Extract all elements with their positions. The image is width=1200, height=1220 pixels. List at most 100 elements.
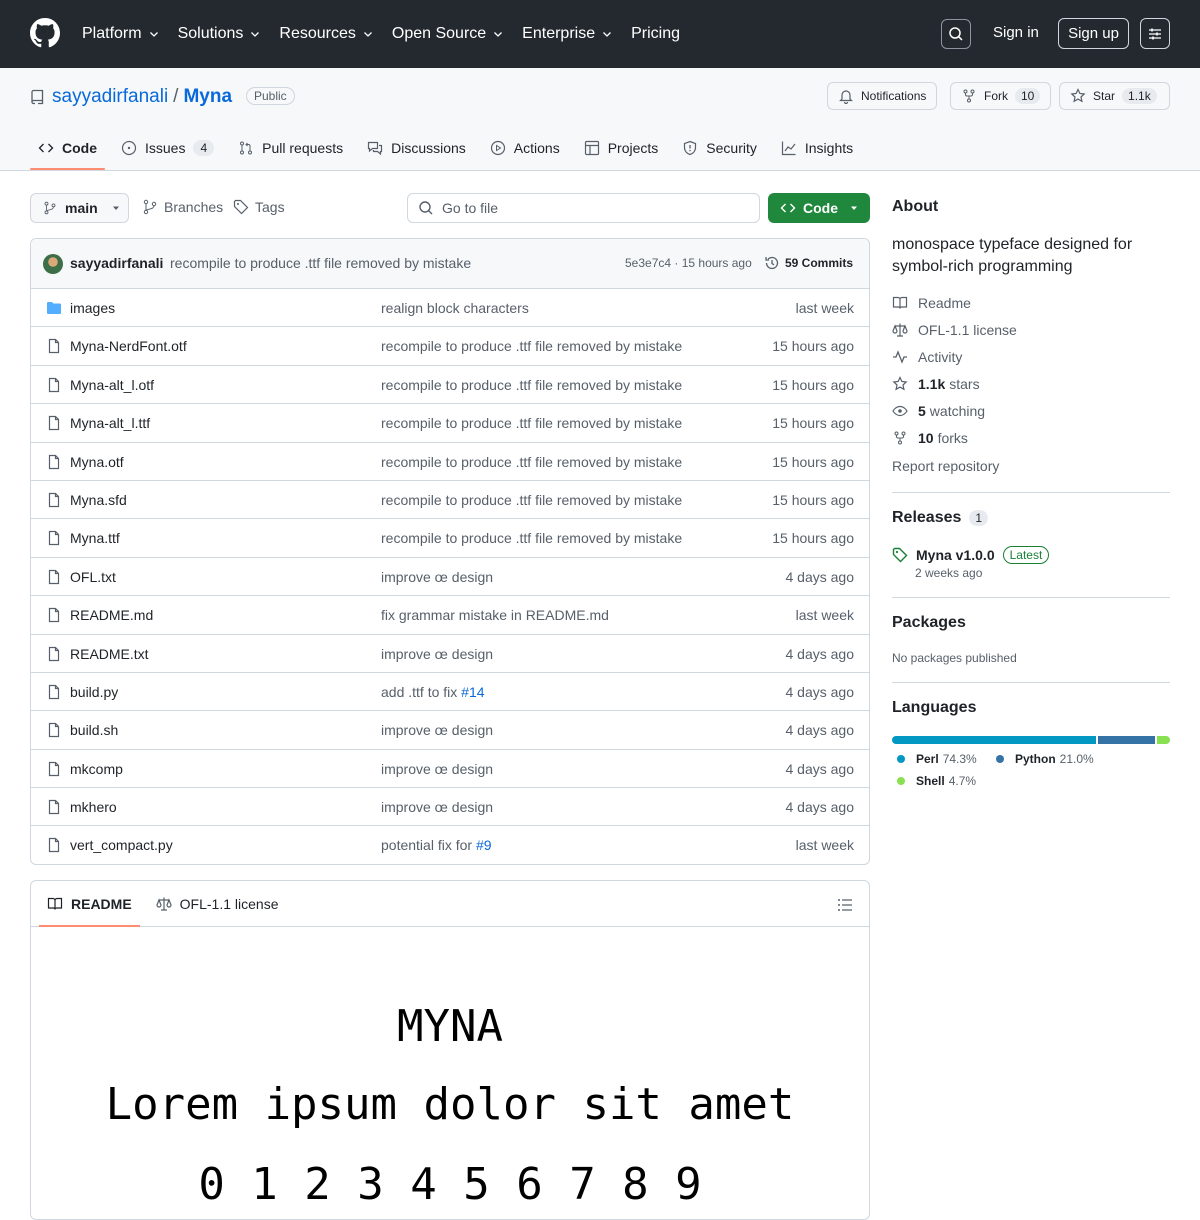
file-row[interactable]: images realign block characters last week [31,289,869,328]
file-row[interactable]: Myna-alt_l.otf recompile to produce .ttf … [31,366,869,405]
watching-link[interactable]: 5 watching [892,403,985,419]
file-commit-message[interactable]: potential fix for #9 [381,837,492,853]
tab-insights[interactable]: Insights [773,126,861,170]
notifications-button[interactable]: Notifications [827,82,938,110]
language-perl[interactable]: Perl 74.3% [897,752,977,766]
branch-select[interactable]: main [30,193,129,223]
file-name-link[interactable]: README.md [70,607,153,623]
caret-down-icon [850,204,858,212]
file-row[interactable]: Myna-alt_l.ttf recompile to produce .ttf … [31,404,869,443]
file-commit-message[interactable]: fix grammar mistake in README.md [381,607,609,623]
go-to-file-input[interactable]: Go to file [407,193,760,223]
file-row[interactable]: Myna.sfd recompile to produce .ttf file r… [31,481,869,520]
fork-button[interactable]: Fork 10 [950,82,1052,110]
tab-discussions[interactable]: Discussions [359,126,474,170]
file-row[interactable]: OFL.txt improve œ design 4 days ago [31,558,869,597]
file-name-link[interactable]: OFL.txt [70,569,116,585]
file-row[interactable]: Myna.ttf recompile to produce .ttf file r… [31,519,869,558]
language-python[interactable]: Python 21.0% [996,752,1094,766]
tab-pull-requests[interactable]: Pull requests [230,126,351,170]
file-row[interactable]: mkcomp improve œ design 4 days ago [31,750,869,789]
file-name-link[interactable]: mkcomp [70,761,123,777]
language-dot [897,777,905,785]
issue-ref-link[interactable]: #9 [476,837,492,853]
branches-link[interactable]: Branches [142,199,223,215]
tab-license[interactable]: OFL-1.1 license [148,881,287,927]
sign-in-link[interactable]: Sign in [993,24,1039,41]
nav-label: Platform [82,25,142,42]
file-commit-message[interactable]: recompile to produce .ttf file removed b… [381,338,682,354]
tab-issues[interactable]: Issues 4 [113,126,222,170]
issue-ref-link[interactable]: #14 [461,684,484,700]
file-commit-message[interactable]: improve œ design [381,646,493,662]
readme-link[interactable]: Readme [892,295,971,311]
file-commit-message[interactable]: improve œ design [381,569,493,585]
file-commit-message[interactable]: recompile to produce .ttf file removed b… [381,415,682,431]
code-dropdown-button[interactable]: Code [768,193,870,223]
search-button[interactable] [941,19,971,49]
file-row[interactable]: README.txt improve œ design 4 days ago [31,635,869,673]
license-link[interactable]: OFL-1.1 license [892,322,1017,338]
menu-button[interactable] [1140,18,1170,49]
star-button[interactable]: Star 1.1k [1059,82,1170,110]
packages-heading[interactable]: Packages [892,614,966,632]
releases-heading[interactable]: Releases 1 [892,509,989,527]
file-name-link[interactable]: build.py [70,684,118,700]
file-commit-message[interactable]: realign block characters [381,300,529,316]
tab-readme[interactable]: README [39,881,140,927]
file-commit-message[interactable]: recompile to produce .ttf file removed b… [381,530,682,546]
file-name-link[interactable]: Myna.otf [70,454,124,470]
tab-code[interactable]: Code [30,126,105,170]
list-icon[interactable] [837,897,853,913]
file-row[interactable]: vert_compact.py potential fix for #9 last … [31,826,869,864]
file-row[interactable]: README.md fix grammar mistake in README.m… [31,596,869,635]
file-commit-message[interactable]: improve œ design [381,722,493,738]
github-logo-icon[interactable] [30,18,60,48]
file-row[interactable]: Myna-NerdFont.otf recompile to produce .t… [31,327,869,366]
commit-meta[interactable]: 5e3e7c4 · 15 hours ago [625,256,752,270]
forks-link[interactable]: 10 forks [892,430,968,446]
file-commit-message[interactable]: recompile to produce .ttf file removed b… [381,492,682,508]
file-name-link[interactable]: mkhero [70,799,117,815]
nav-platform[interactable]: Platform [82,25,160,43]
avatar[interactable] [43,254,63,274]
nav-pricing[interactable]: Pricing [631,25,680,43]
sign-up-button[interactable]: Sign up [1058,18,1129,49]
file-row[interactable]: build.sh improve œ design 4 days ago [31,711,869,750]
file-name-link[interactable]: Myna-alt_l.otf [70,377,154,393]
file-row[interactable]: mkhero improve œ design 4 days ago [31,788,869,827]
file-commit-message[interactable]: recompile to produce .ttf file removed b… [381,377,682,393]
stars-link[interactable]: 1.1k stars [892,376,980,392]
file-name-link[interactable]: Myna-alt_l.ttf [70,415,150,431]
report-repository-link[interactable]: Report repository [892,458,999,474]
commit-message-link[interactable]: recompile to produce .ttf file removed b… [170,255,471,271]
tags-link[interactable]: Tags [233,199,285,215]
repo-owner-link[interactable]: sayyadirfanali [52,86,168,108]
file-commit-message[interactable]: add .ttf to fix #14 [381,684,485,700]
file-name-link[interactable]: Myna.ttf [70,530,120,546]
tab-projects[interactable]: Projects [576,126,667,170]
tab-actions[interactable]: Actions [482,126,568,170]
nav-open-source[interactable]: Open Source [392,25,504,43]
file-name-link[interactable]: build.sh [70,722,118,738]
file-row[interactable]: build.py add .ttf to fix #14 4 days ago [31,673,869,712]
activity-link[interactable]: Activity [892,349,962,365]
file-commit-message[interactable]: recompile to produce .ttf file removed b… [381,454,682,470]
nav-resources[interactable]: Resources [279,25,373,43]
repo-name-link[interactable]: Myna [183,86,232,108]
file-name-link[interactable]: Myna-NerdFont.otf [70,338,187,354]
commits-link[interactable]: 59 Commits [764,255,853,271]
release-link[interactable]: Myna v1.0.0 Latest [892,546,1050,564]
commit-author-link[interactable]: sayyadirfanali [70,255,163,271]
file-name-link[interactable]: vert_compact.py [70,837,173,853]
file-name-link[interactable]: images [70,300,115,316]
file-row[interactable]: Myna.otf recompile to produce .ttf file r… [31,443,869,481]
file-commit-message[interactable]: improve œ design [381,799,493,815]
file-commit-message[interactable]: improve œ design [381,761,493,777]
nav-solutions[interactable]: Solutions [178,25,262,43]
file-name-link[interactable]: Myna.sfd [70,492,127,508]
nav-enterprise[interactable]: Enterprise [522,25,613,43]
file-name-link[interactable]: README.txt [70,646,149,662]
tab-security[interactable]: Security [674,126,765,170]
language-shell[interactable]: Shell 4.7% [897,774,976,788]
